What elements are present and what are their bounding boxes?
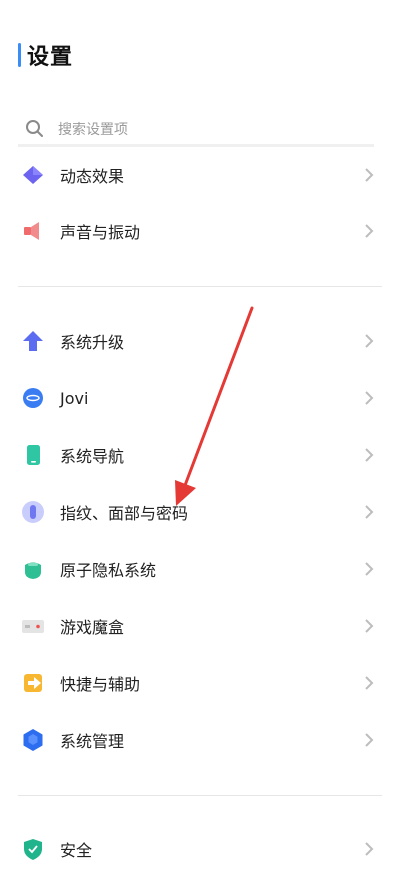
settings-item-game-box[interactable]: 游戏魔盒	[0, 604, 400, 648]
settings-item-label: 系统管理	[60, 732, 125, 751]
search-bar[interactable]: 搜索设置项	[18, 114, 374, 147]
settings-item-sound[interactable]: 声音与振动	[0, 209, 400, 253]
chevron-right-icon	[365, 619, 374, 633]
group-divider	[18, 286, 382, 287]
jovi-icon	[23, 388, 43, 408]
settings-item-label: 指纹、面部与密码	[60, 504, 189, 523]
settings-item-label: 系统升级	[60, 333, 125, 352]
hexagon-icon	[23, 729, 43, 751]
chevron-right-icon	[365, 505, 374, 519]
chevron-right-icon	[365, 676, 374, 690]
settings-item-label: 游戏魔盒	[60, 618, 125, 637]
settings-item-atomic-privacy[interactable]: 原子隐私系统	[0, 547, 400, 591]
group-divider	[18, 795, 382, 796]
chevron-right-icon	[365, 168, 374, 182]
settings-item-dynamic-effects[interactable]: 动态效果	[0, 153, 400, 197]
settings-item-shortcuts-accessibility[interactable]: 快捷与辅助	[0, 661, 400, 705]
settings-item-label: 声音与振动	[60, 223, 141, 242]
chevron-right-icon	[365, 391, 374, 405]
chevron-right-icon	[365, 224, 374, 238]
settings-item-label: 原子隐私系统	[60, 561, 157, 580]
game-box-icon	[22, 620, 44, 633]
shield-icon	[24, 839, 42, 860]
search-icon	[26, 120, 43, 137]
settings-item-fingerprint-face-password[interactable]: 指纹、面部与密码	[0, 490, 400, 534]
chevron-right-icon	[365, 562, 374, 576]
settings-item-system-navigation[interactable]: 系统导航	[0, 433, 400, 477]
settings-item-security[interactable]: 安全	[0, 827, 400, 871]
privacy-icon	[25, 562, 41, 579]
settings-item-system-management[interactable]: 系统管理	[0, 718, 400, 762]
settings-item-system-update[interactable]: 系统升级	[0, 319, 400, 363]
settings-item-label: 快捷与辅助	[60, 675, 141, 694]
fingerprint-icon	[22, 501, 44, 523]
title-accent-bar	[18, 43, 21, 67]
settings-item-label: 动态效果	[60, 167, 125, 186]
chevron-right-icon	[365, 842, 374, 856]
settings-item-jovi[interactable]: Jovi	[0, 376, 400, 420]
settings-item-label: 系统导航	[60, 447, 125, 466]
search-input[interactable]: 搜索设置项	[58, 119, 128, 139]
shortcut-arrow-icon	[24, 674, 42, 692]
settings-item-label: Jovi	[60, 388, 89, 408]
chevron-right-icon	[365, 448, 374, 462]
arrow-up-icon	[23, 331, 43, 351]
chevron-right-icon	[365, 334, 374, 348]
page-title: 设置	[18, 40, 73, 70]
phone-icon	[27, 445, 40, 465]
settings-title: 设置	[27, 45, 74, 70]
speaker-icon	[24, 222, 39, 240]
settings-item-label: 安全	[60, 841, 93, 860]
chevron-right-icon	[365, 733, 374, 747]
diamond-icon	[23, 166, 43, 184]
